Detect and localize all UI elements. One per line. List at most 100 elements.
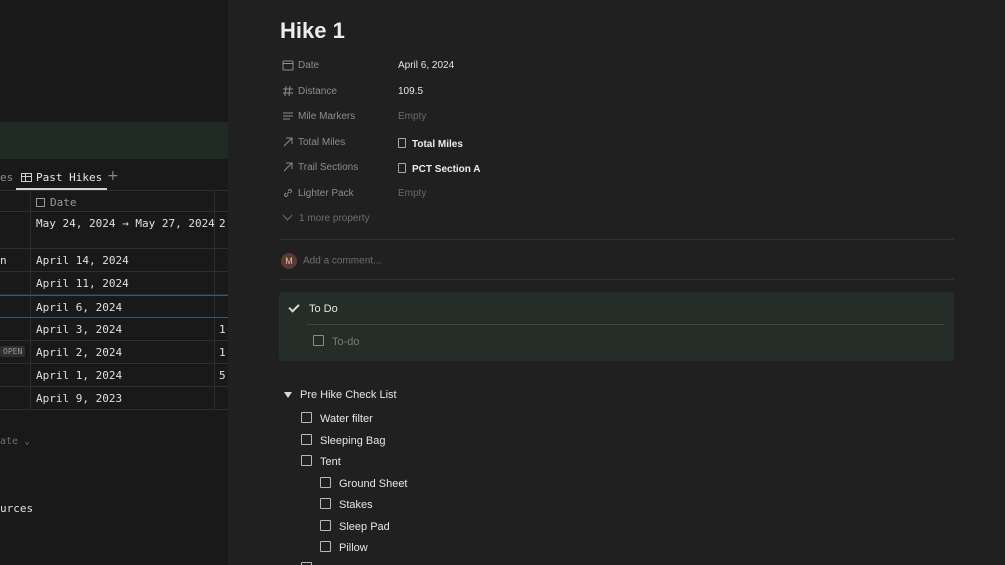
checklist-subitem[interactable]: Ground Sheet bbox=[320, 476, 408, 490]
checkbox[interactable] bbox=[320, 520, 331, 531]
table-row[interactable]: May 24, 2024 → May 27, 2024 2 bbox=[0, 212, 228, 249]
chevron-down-icon bbox=[282, 210, 293, 221]
date-cell[interactable]: May 24, 2024 → May 27, 2024 bbox=[36, 217, 215, 230]
toggle-heading[interactable]: Pre Hike Check List bbox=[284, 389, 397, 401]
date-cell[interactable]: April 1, 2024 bbox=[36, 369, 122, 382]
todo-callout: To Do To-do bbox=[279, 292, 954, 361]
checklist-subitem[interactable]: Pillow bbox=[320, 540, 368, 554]
toggle-triangle-icon[interactable] bbox=[284, 392, 292, 398]
property-value[interactable]: 109.5 bbox=[398, 86, 423, 97]
property-value[interactable]: Empty bbox=[398, 111, 426, 122]
table-row[interactable]: n April 14, 2024 bbox=[0, 249, 228, 272]
table-row[interactable]: April 11, 2024 bbox=[0, 272, 228, 295]
divider bbox=[280, 239, 954, 240]
checklist-title: Pre Hike Check List bbox=[300, 389, 397, 401]
checklist-item[interactable]: Water filter bbox=[301, 411, 373, 425]
view-tabs: es Past Hikes + bbox=[0, 166, 228, 190]
checkbox[interactable] bbox=[320, 541, 331, 552]
relation-value[interactable]: Total Miles bbox=[398, 137, 463, 150]
page-icon bbox=[398, 163, 406, 173]
avatar: M bbox=[281, 253, 297, 269]
checkbox[interactable] bbox=[313, 335, 324, 346]
property-name: Date bbox=[298, 60, 320, 71]
todo-item[interactable]: To-do bbox=[313, 334, 360, 348]
table-row[interactable]: April 1, 2024 5 bbox=[0, 364, 228, 387]
property-name: Lighter Pack bbox=[298, 188, 354, 199]
checklist-item-label: Sleep Pad bbox=[339, 521, 390, 533]
checklist-item-label: Water filter bbox=[320, 413, 373, 425]
checkbox[interactable] bbox=[301, 412, 312, 423]
calculate-menu[interactable]: ate ⌄ bbox=[0, 436, 30, 447]
tab-label: Past Hikes bbox=[36, 171, 103, 184]
checklist-item-partial[interactable] bbox=[301, 561, 320, 565]
property-lighter-pack[interactable]: Lighter Pack Empty bbox=[282, 184, 922, 204]
property-name: Trail Sections bbox=[298, 162, 359, 173]
database-table: Date May 24, 2024 → May 27, 2024 2 n Apr… bbox=[0, 190, 228, 410]
property-name: Distance bbox=[298, 86, 337, 97]
property-mile-markers[interactable]: Mile Markers Empty bbox=[282, 107, 922, 127]
more-properties-toggle[interactable]: 1 more property bbox=[282, 210, 370, 224]
date-cell[interactable]: April 3, 2024 bbox=[36, 323, 122, 336]
property-distance[interactable]: Distance 109.5 bbox=[282, 82, 922, 102]
checklist-item[interactable]: Tent bbox=[301, 454, 341, 468]
list-icon bbox=[283, 112, 293, 120]
table-row[interactable]: April 3, 2024 1( bbox=[0, 318, 228, 341]
divider bbox=[307, 324, 944, 325]
checkmark-icon bbox=[288, 301, 300, 313]
relation-label: Total Miles bbox=[412, 139, 463, 150]
more-properties-label: 1 more property bbox=[299, 213, 370, 224]
date-cell[interactable]: April 6, 2024 bbox=[36, 301, 122, 314]
relation-value[interactable]: PCT Section A bbox=[398, 162, 481, 175]
calendar-icon bbox=[282, 60, 294, 71]
checkbox[interactable] bbox=[320, 477, 331, 488]
comment-input[interactable]: M Add a comment... bbox=[281, 253, 381, 269]
name-cell: n bbox=[0, 254, 7, 267]
checkbox[interactable] bbox=[301, 455, 312, 466]
todo-heading[interactable]: To Do bbox=[288, 301, 338, 315]
checklist-item[interactable]: Sleeping Bag bbox=[301, 433, 385, 447]
checklist-subitem[interactable]: Stakes bbox=[320, 497, 373, 511]
table-icon bbox=[21, 173, 32, 182]
todo-heading-label: To Do bbox=[309, 303, 338, 315]
relation-label: PCT Section A bbox=[412, 164, 481, 175]
property-total-miles[interactable]: Total Miles Total Miles bbox=[282, 133, 922, 153]
open-button[interactable]: OPEN bbox=[0, 346, 26, 357]
database-view: es Past Hikes + Date May 24, 2024 → May … bbox=[0, 0, 228, 565]
calendar-icon bbox=[36, 198, 45, 207]
todo-placeholder: To-do bbox=[332, 336, 360, 348]
hash-icon bbox=[283, 85, 293, 97]
column-header-label: Date bbox=[50, 196, 77, 209]
checkbox[interactable] bbox=[320, 498, 331, 509]
table-row[interactable]: OPEN April 2, 2024 1' bbox=[0, 341, 228, 364]
date-cell[interactable]: April 2, 2024 bbox=[36, 346, 122, 359]
column-header-date[interactable]: Date bbox=[36, 196, 77, 209]
property-trail-sections[interactable]: Trail Sections PCT Section A bbox=[282, 158, 922, 178]
checklist-item-label: Ground Sheet bbox=[339, 478, 408, 490]
page-icon bbox=[398, 138, 406, 148]
divider bbox=[280, 279, 954, 280]
page-title[interactable]: Hike 1 bbox=[280, 18, 345, 44]
next-cell: 1' bbox=[219, 346, 228, 359]
checklist-item-label: Sleeping Bag bbox=[320, 435, 386, 447]
add-view-button[interactable]: + bbox=[107, 168, 119, 184]
date-cell[interactable]: April 9, 2023 bbox=[36, 392, 122, 405]
table-row[interactable]: April 9, 2023 bbox=[0, 387, 228, 410]
checklist-item-label: Stakes bbox=[339, 499, 373, 511]
page-peek: Hike 1 Date April 6, 2024 Distance 109.5… bbox=[228, 0, 1005, 565]
link-icon bbox=[284, 189, 292, 197]
date-cell[interactable]: April 14, 2024 bbox=[36, 254, 129, 267]
date-cell[interactable]: April 11, 2024 bbox=[36, 277, 129, 290]
tab-previous[interactable]: es bbox=[0, 171, 13, 184]
table-row-selected[interactable]: April 6, 2024 bbox=[0, 295, 228, 318]
property-name: Total Miles bbox=[298, 137, 346, 148]
property-date[interactable]: Date April 6, 2024 bbox=[282, 56, 922, 76]
checkbox[interactable] bbox=[301, 434, 312, 445]
checklist-item-label: Tent bbox=[320, 456, 341, 468]
section-heading: urces bbox=[0, 502, 34, 515]
checklist-subitem[interactable]: Sleep Pad bbox=[320, 519, 390, 533]
tab-past-hikes[interactable]: Past Hikes bbox=[16, 166, 108, 190]
property-value[interactable]: April 6, 2024 bbox=[398, 60, 454, 71]
property-value[interactable]: Empty bbox=[398, 188, 426, 199]
comment-placeholder: Add a comment... bbox=[303, 255, 382, 267]
checklist-item-label: Pillow bbox=[339, 542, 368, 554]
